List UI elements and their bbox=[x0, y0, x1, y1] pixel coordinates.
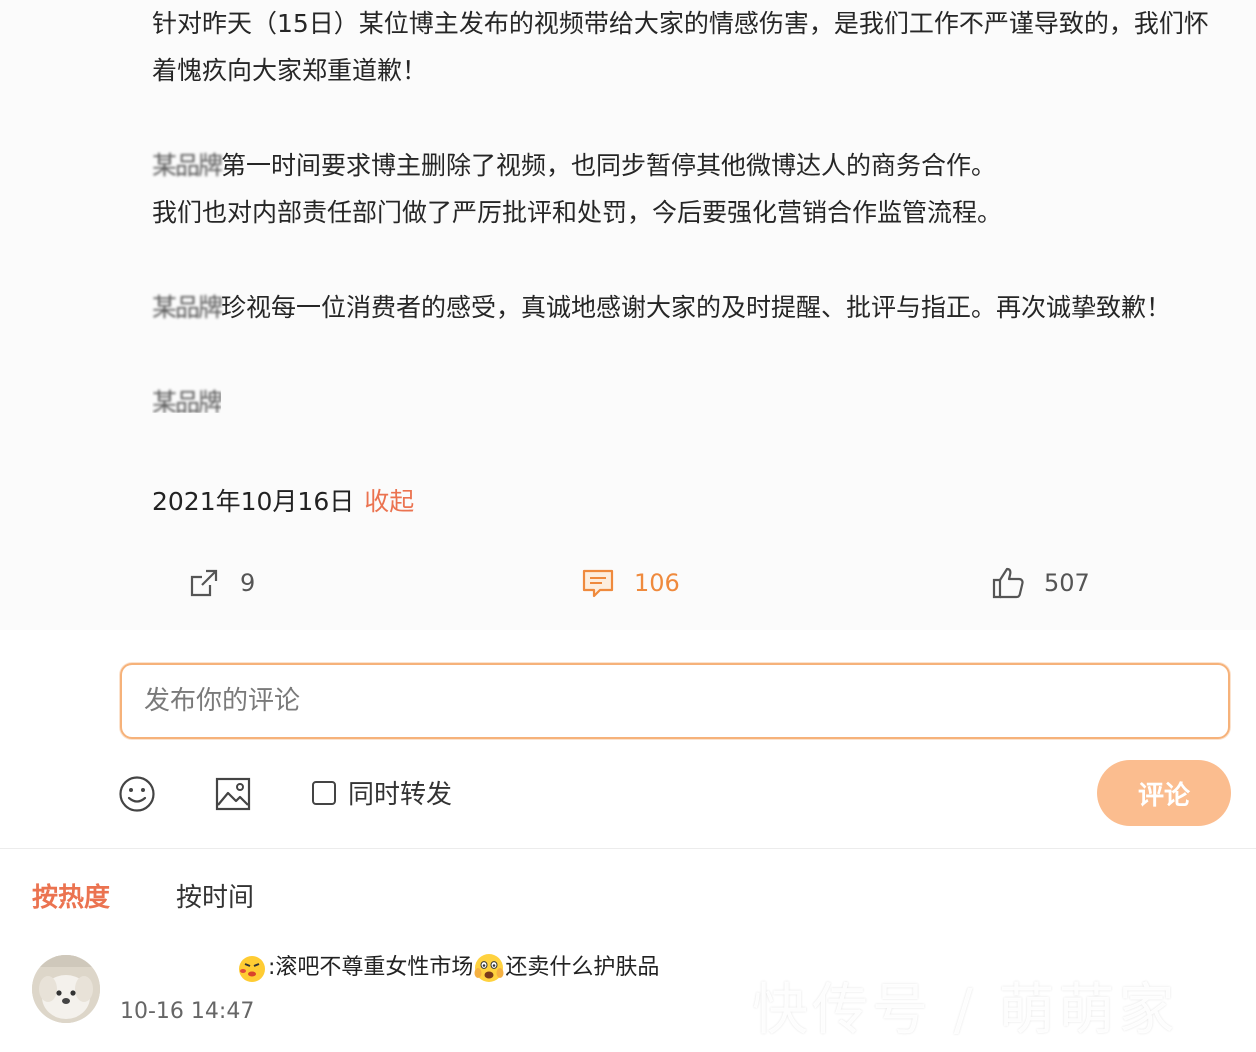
comment-text: :滚吧不尊重女性市场 还卖什么护肤品 bbox=[236, 949, 659, 987]
tab-sort-by-hot[interactable]: 按热度 bbox=[32, 872, 110, 924]
like-button[interactable]: 507 bbox=[990, 555, 1090, 611]
repost-toggle[interactable]: 同时转发 bbox=[312, 774, 452, 811]
comment-input[interactable] bbox=[122, 665, 1228, 737]
avatar[interactable] bbox=[32, 955, 100, 1023]
dog-avatar-icon bbox=[32, 955, 100, 1023]
tab-sort-by-time[interactable]: 按时间 bbox=[176, 872, 254, 924]
share-button[interactable]: 9 bbox=[186, 555, 255, 611]
comment-timestamp: 10-16 14:47 bbox=[120, 999, 255, 1024]
comment-text-part-1: :滚吧不尊重女性市场 bbox=[268, 955, 474, 980]
comment-text-part-2: 还卖什么护肤品 bbox=[505, 955, 660, 980]
emoji-icon[interactable] bbox=[117, 774, 157, 814]
post-date: 2021年10月16日 bbox=[152, 487, 355, 516]
blurred-signature: 某品牌 bbox=[152, 388, 222, 417]
composer-toolbar: 同时转发 评论 bbox=[0, 760, 1256, 828]
post-paragraph-1: 针对昨天（15日）某位博主发布的视频带给大家的情感伤害，是我们工作不严谨导致的，… bbox=[152, 9, 1209, 85]
repost-checkbox[interactable] bbox=[312, 780, 336, 805]
comment-composer bbox=[120, 663, 1230, 739]
scared-face-emoji-icon bbox=[474, 954, 504, 982]
share-icon bbox=[190, 569, 218, 597]
comment-item: :滚吧不尊重女性市场 还卖什么护肤品 10-16 14:47 bbox=[0, 945, 1256, 1052]
like-count: 507 bbox=[1044, 569, 1090, 597]
blurred-brand-name: 某品牌 bbox=[152, 293, 223, 322]
divider bbox=[0, 848, 1256, 849]
share-count: 9 bbox=[240, 569, 256, 597]
comment-button[interactable]: 106 bbox=[580, 555, 680, 611]
post-paragraph-2-line-2: 我们也对内部责任部门做了严厉批评和处罚，今后要强化营销合作监管流程。 bbox=[152, 198, 1003, 227]
comment-icon bbox=[582, 569, 614, 598]
image-icon[interactable] bbox=[213, 774, 253, 814]
post-text: 针对昨天（15日）某位博主发布的视频带给大家的情感伤害，是我们工作不严谨导致的，… bbox=[152, 0, 1227, 426]
collapse-link[interactable]: 收起 bbox=[364, 487, 414, 516]
post-signature: 某品牌 bbox=[152, 379, 1227, 426]
repost-label: 同时转发 bbox=[348, 780, 453, 810]
weibo-post-page: 针对昨天（15日）某位博主发布的视频带给大家的情感伤害，是我们工作不严谨导致的，… bbox=[0, 0, 1256, 1052]
thumbs-up-icon bbox=[992, 567, 1024, 599]
post-body: 针对昨天（15日）某位博主发布的视频带给大家的情感伤害，是我们工作不严谨导致的，… bbox=[0, 0, 1256, 630]
post-paragraph-2: 某品牌第一时间要求博主删除了视频，也同步暂停其他微博达人的商务合作。 bbox=[152, 142, 1227, 189]
comment-count: 106 bbox=[634, 569, 680, 597]
post-action-bar: 9 106 507 bbox=[0, 555, 1256, 611]
angry-face-emoji-icon bbox=[239, 956, 265, 982]
post-date-line: 2021年10月16日 收起 bbox=[152, 480, 414, 524]
post-paragraph-3: 某品牌珍视每一位消费者的感受，真诚地感谢大家的及时提醒、批评与指正。再次诚挚致歉… bbox=[152, 284, 1227, 331]
submit-comment-button[interactable]: 评论 bbox=[1097, 760, 1231, 826]
blurred-brand-name: 某品牌 bbox=[152, 151, 223, 180]
